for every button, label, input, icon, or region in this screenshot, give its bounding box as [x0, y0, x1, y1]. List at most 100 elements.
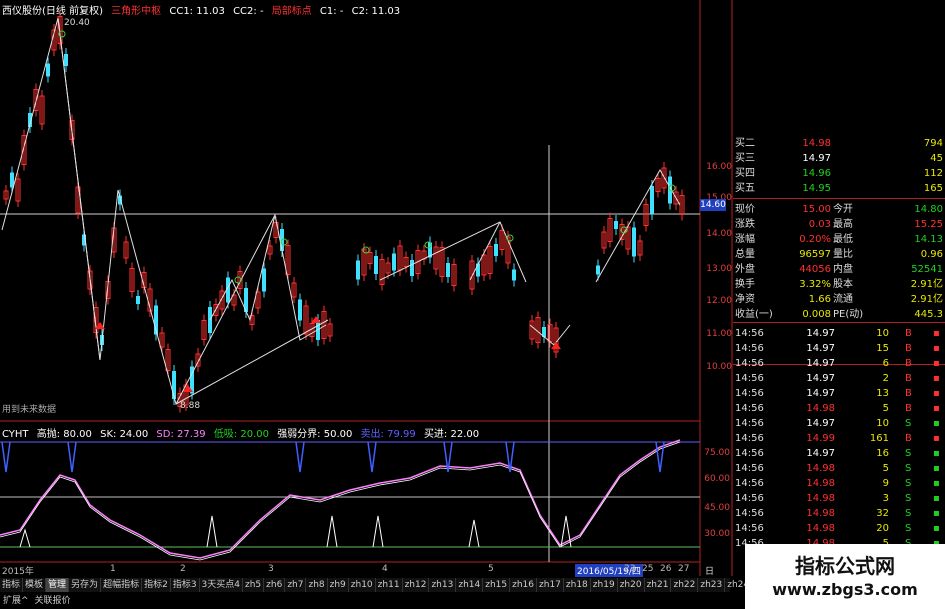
stat-value: 14.80 [914, 204, 943, 215]
tab-26[interactable]: zh23 [698, 578, 726, 592]
tick-row: 14:56 14.97 10 S ▪ [733, 416, 945, 431]
trend-line [175, 319, 329, 405]
tick-time: 14:56 [735, 418, 764, 429]
tick-volume: 10 [876, 328, 889, 339]
stat-row: 涨幅 0.20% 最低 14.13 [733, 232, 945, 247]
trend-line [595, 168, 681, 283]
candle-body [374, 256, 378, 274]
tick-price: 14.97 [806, 448, 835, 459]
tab-14[interactable]: zh11 [376, 578, 403, 592]
price-tick: 10.00 [706, 362, 732, 372]
current-price-tag: 14.60 [700, 199, 726, 211]
tick-time: 14:56 [735, 508, 764, 519]
high-price-label: 20.40 [64, 18, 90, 28]
ind-tick: 45.00 [704, 503, 730, 513]
stat-label: 最低 [833, 234, 853, 245]
tick-price: 14.97 [806, 388, 835, 399]
tick-price: 14.98 [806, 508, 835, 519]
tick-row: 14:56 14.97 16 S ▪ [733, 446, 945, 461]
tick-row: 14:56 14.97 10 B ▪ [733, 326, 945, 341]
price-tick: 13.00 [706, 264, 732, 274]
price-tick: 12.00 [706, 296, 732, 306]
order-label: 买五 [735, 183, 755, 194]
ind-sd: SD: 27.39 [156, 429, 206, 440]
tick-price: 14.98 [806, 463, 835, 474]
date-label: 27 [678, 564, 690, 574]
tab-10[interactable]: zh7 [285, 578, 307, 592]
stat-row: 收益(一) 0.008 PE(动) 445.3 [733, 307, 945, 322]
tab-25[interactable]: zh22 [671, 578, 699, 592]
triangle-trend-lines [1, 17, 681, 406]
tab-17[interactable]: zh14 [456, 578, 484, 592]
tick-side: B [905, 433, 912, 444]
order-label: 买三 [735, 153, 755, 164]
tick-volume: 10 [876, 418, 889, 429]
date-label: 1 [110, 564, 116, 574]
ind-buy: 买进: 22.00 [423, 429, 480, 440]
tab-23[interactable]: zh20 [618, 578, 645, 592]
candle-body [298, 299, 302, 321]
tick-marker: ▪ [933, 433, 940, 444]
watermark-title: 指标公式网 [795, 554, 895, 578]
buy-spike [206, 515, 218, 548]
candle-body [46, 63, 50, 77]
tab-8[interactable]: zh5 [243, 578, 265, 592]
tab-5[interactable]: 指标2 [142, 578, 171, 592]
sell-spike [295, 441, 305, 473]
stat-label: 换手 [735, 279, 755, 290]
tab-20[interactable]: zh17 [537, 578, 564, 592]
tab-19[interactable]: zh16 [510, 578, 538, 592]
extension-tab-bar: 扩展^ 关联报价 [0, 594, 300, 608]
buy-arrow-icon [551, 342, 561, 349]
candle-body [596, 265, 600, 275]
tick-row: 14:56 14.99 161 B ▪ [733, 431, 945, 446]
tab-0[interactable]: 指标 [0, 578, 24, 592]
tab-16[interactable]: zh13 [429, 578, 457, 592]
tab-3[interactable]: 另存为 [69, 578, 102, 592]
stat-label: 总量 [735, 249, 755, 260]
stat-label: 内盘 [833, 264, 853, 275]
tab-4[interactable]: 超幅指标 [101, 578, 143, 592]
price-tick: 16.00 [706, 162, 732, 172]
tab-7[interactable]: 3天买点4 [200, 578, 243, 592]
order-price: 14.97 [802, 153, 831, 164]
tick-marker: ▪ [933, 523, 940, 534]
stat-value: 2.91亿 [910, 294, 943, 305]
tick-time: 14:56 [735, 358, 764, 369]
tab-13[interactable]: zh10 [349, 578, 376, 592]
tab-6[interactable]: 指标3 [171, 578, 200, 592]
tick-price: 14.98 [806, 493, 835, 504]
ext-tab-1[interactable]: 关联报价 [32, 594, 74, 608]
tick-marker: ▪ [933, 358, 940, 369]
stat-label: 涨幅 [735, 234, 755, 245]
tick-marker: ▪ [933, 448, 940, 459]
cc2-value: CC2: - [233, 6, 264, 17]
tick-marker: ▪ [933, 478, 940, 489]
candle-body [356, 260, 360, 280]
divider [733, 322, 945, 323]
stat-value: 14.13 [914, 234, 943, 245]
tab-9[interactable]: zh6 [264, 578, 286, 592]
tab-2[interactable]: 管理 [46, 578, 70, 592]
stat-label: 今开 [833, 204, 853, 215]
tab-18[interactable]: zh15 [483, 578, 511, 592]
tab-24[interactable]: zh21 [645, 578, 672, 592]
tab-15[interactable]: zh12 [403, 578, 430, 592]
stat-value: 96597 [799, 249, 831, 260]
tab-22[interactable]: zh19 [591, 578, 618, 592]
tab-21[interactable]: zh18 [564, 578, 591, 592]
tab-11[interactable]: zh8 [306, 578, 328, 592]
candle-body [512, 269, 516, 281]
tick-marker: ▪ [933, 388, 940, 399]
tab-12[interactable]: zh9 [328, 578, 349, 592]
tick-marker: ▪ [933, 328, 940, 339]
stat-row: 现价 15.00 今开 14.80 [733, 202, 945, 217]
tab-1[interactable]: 模板 [23, 578, 47, 592]
tick-volume: 6 [882, 358, 889, 369]
ext-tab-0[interactable]: 扩展^ [0, 594, 32, 608]
candle-body [446, 263, 450, 277]
tick-marker: ▪ [933, 493, 940, 504]
trend-line [57, 17, 101, 361]
date-label: 26 [660, 564, 672, 574]
tick-price: 14.99 [806, 433, 835, 444]
